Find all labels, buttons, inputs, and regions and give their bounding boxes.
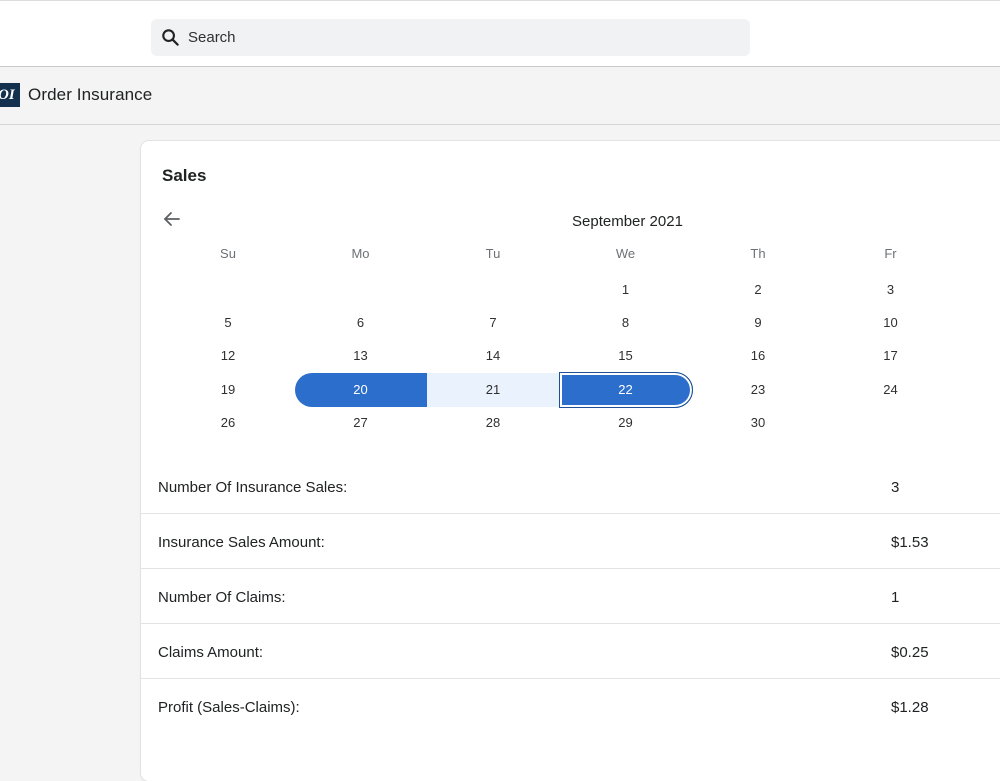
calendar-day[interactable]: 1 — [560, 273, 692, 307]
calendar-day[interactable]: 26 — [162, 406, 294, 440]
stat-value: 3 — [891, 479, 900, 496]
search-icon — [162, 29, 179, 46]
search-bar[interactable] — [151, 19, 750, 56]
stat-label: Insurance Sales Amount: — [158, 534, 325, 551]
stat-row-profit: Profit (Sales-Claims): $1.28 — [141, 679, 1000, 733]
calendar-day[interactable]: 30 — [692, 406, 824, 440]
calendar-day[interactable]: 19 — [162, 373, 294, 407]
stat-label: Profit (Sales-Claims): — [158, 699, 300, 716]
calendar-day-selected-end[interactable]: 22 — [558, 371, 693, 408]
calendar-day[interactable]: 2 — [692, 273, 824, 307]
stat-label: Number Of Claims: — [158, 589, 286, 606]
calendar-day[interactable]: 6 — [295, 306, 427, 340]
weekday-label: Th — [750, 246, 766, 261]
stat-row-claims-count: Number Of Claims: 1 — [141, 569, 1000, 624]
calendar-day[interactable]: 7 — [427, 306, 559, 340]
stat-row-insurance-sales-amount: Insurance Sales Amount: $1.53 — [141, 514, 1000, 569]
calendar-day[interactable]: 15 — [560, 339, 692, 373]
weekday-label: Mo — [351, 246, 370, 261]
calendar-day[interactable]: 17 — [825, 339, 957, 373]
weekday-label: Tu — [485, 246, 501, 261]
calendar-day[interactable]: 27 — [295, 406, 427, 440]
weekday-label: Su — [220, 246, 236, 261]
weekday-label: We — [615, 246, 636, 261]
sales-stats: Number Of Insurance Sales: 3 Insurance S… — [141, 459, 1000, 733]
stat-label: Number Of Insurance Sales: — [158, 479, 348, 496]
stat-value: $1.53 — [891, 534, 929, 551]
month-title: September 2021 — [572, 213, 683, 230]
calendar-day[interactable]: 16 — [692, 339, 824, 373]
weekday-label: Fr — [884, 246, 897, 261]
sales-card: Sales September 2021 Su Mo Tu We Th Fr 1 2 3 5 6 7 8… — [141, 141, 1000, 781]
calendar-day-selected-start[interactable]: 20 — [294, 372, 427, 407]
previous-month-arrow-icon[interactable] — [162, 209, 182, 229]
card-title: Sales — [162, 166, 207, 185]
calendar-day[interactable]: 29 — [560, 406, 692, 440]
stat-value: 1 — [891, 589, 900, 606]
calendar-day[interactable]: 14 — [427, 339, 559, 373]
stat-row-insurance-sales-count: Number Of Insurance Sales: 3 — [141, 459, 1000, 514]
calendar-day[interactable]: 13 — [295, 339, 427, 373]
app-header: OI Order Insurance — [0, 67, 1000, 125]
calendar-day[interactable]: 28 — [427, 406, 559, 440]
search-input[interactable] — [188, 19, 728, 56]
stat-label: Claims Amount: — [158, 644, 264, 661]
calendar-day[interactable]: 10 — [825, 306, 957, 340]
stat-row-claims-amount: Claims Amount: $0.25 — [141, 624, 1000, 679]
calendar-day[interactable]: 5 — [162, 306, 294, 340]
calendar-day[interactable]: 12 — [162, 339, 294, 373]
top-bar — [0, 0, 1000, 67]
calendar-day-in-range[interactable]: 21 — [427, 372, 559, 407]
stat-value: $1.28 — [891, 699, 929, 716]
calendar-day[interactable]: 23 — [692, 373, 824, 407]
calendar-day[interactable]: 9 — [692, 306, 824, 340]
stat-value: $0.25 — [891, 644, 929, 661]
app-title: Order Insurance — [28, 85, 153, 104]
calendar-day[interactable]: 24 — [825, 373, 957, 407]
calendar-day[interactable]: 8 — [560, 306, 692, 340]
calendar-day[interactable]: 3 — [825, 273, 957, 307]
app-logo: OI — [0, 83, 20, 107]
